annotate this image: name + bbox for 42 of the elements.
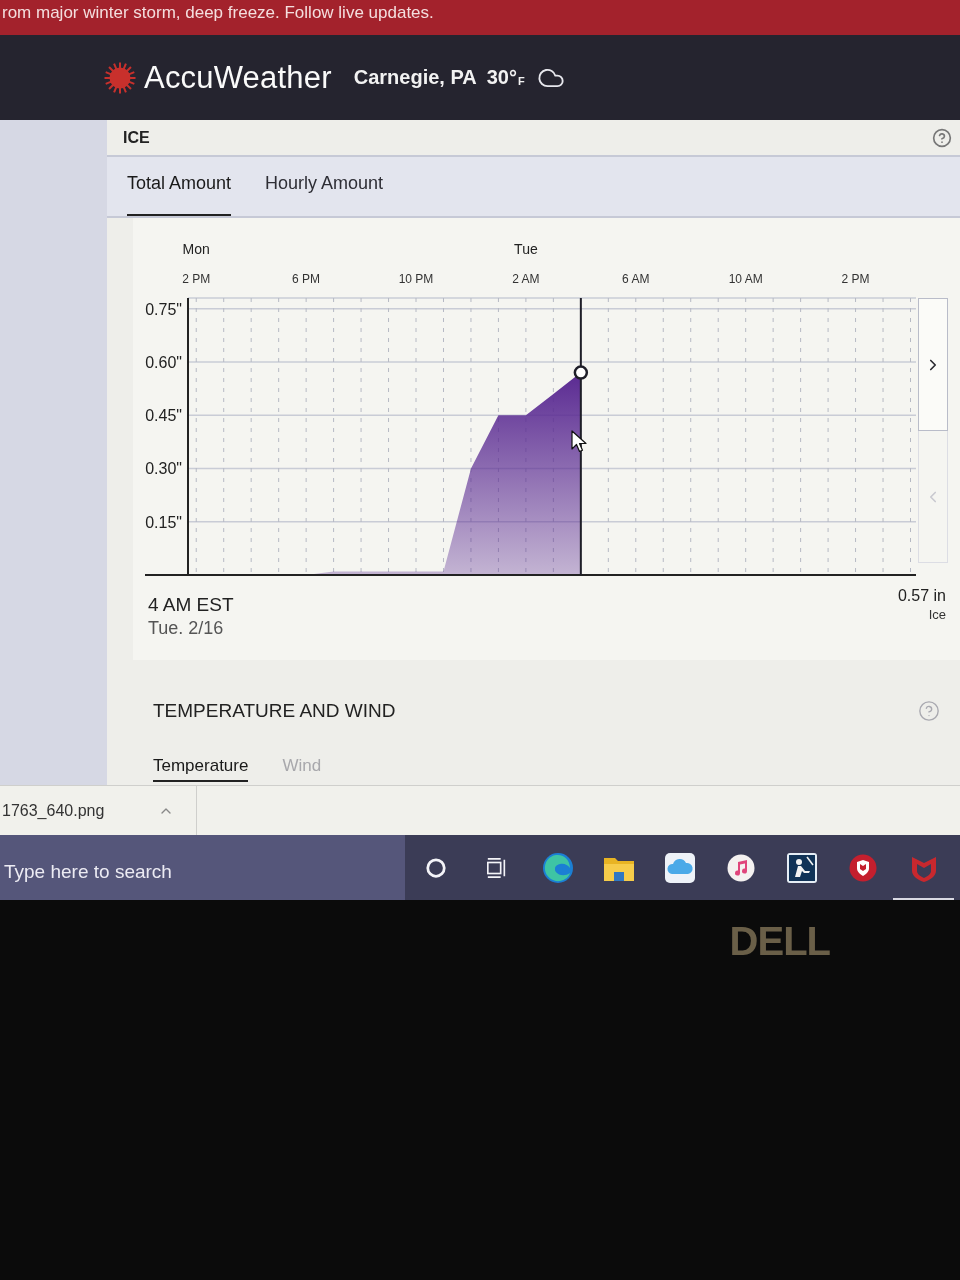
tab[interactable]: Hourly Amount xyxy=(265,173,384,216)
shield-icon xyxy=(848,853,877,882)
file-name[interactable]: 1763_640.png xyxy=(2,801,105,820)
x-tick-label: 2 AM xyxy=(512,272,540,286)
cloud-tile-icon xyxy=(664,852,695,883)
section-title: ICE xyxy=(123,128,150,147)
cursor-marker xyxy=(573,365,589,380)
ring-icon xyxy=(424,856,447,879)
location-text[interactable]: Carnegie, PA xyxy=(353,66,477,89)
y-tick-label: 0.45" xyxy=(145,407,182,425)
y-tick-label: 0.75" xyxy=(145,300,182,318)
music-note-icon xyxy=(726,853,755,882)
readout-time: 4 AM EST xyxy=(148,594,234,616)
readout-amount: 0.57 in xyxy=(897,586,946,606)
brand-name[interactable]: AccuWeather xyxy=(144,59,332,96)
sun-icon[interactable] xyxy=(104,61,136,94)
brand-logo: DELL xyxy=(729,918,830,964)
help-icon[interactable] xyxy=(932,127,952,148)
tab[interactable]: Temperature xyxy=(153,756,249,782)
section-title: TEMPERATURE AND WIND xyxy=(153,700,396,722)
task-view-icon xyxy=(485,856,508,879)
y-tick-label: 0.30" xyxy=(145,460,182,478)
x-tick-label: 2 PM xyxy=(841,272,870,286)
search-field[interactable]: Type here to search xyxy=(0,835,405,900)
swirl-icon xyxy=(541,851,574,884)
day-label: Tue xyxy=(514,241,538,257)
tab[interactable]: Total Amount xyxy=(127,173,232,216)
temperature-text: 30° xyxy=(486,66,517,89)
mouse-pointer-icon xyxy=(571,430,587,454)
readout-type: Ice xyxy=(928,606,946,624)
alert-text[interactable]: rom major winter storm, deep freeze. Follow live updates. xyxy=(2,3,434,23)
x-tick-label: 10 AM xyxy=(728,272,763,286)
temperature-unit: F xyxy=(517,74,525,87)
x-tick-label: 2 PM xyxy=(182,272,211,286)
y-tick-label: 0.15" xyxy=(145,513,182,531)
reader-tile-icon xyxy=(786,852,817,883)
x-tick-label: 6 PM xyxy=(292,272,321,286)
readout-date: Tue. 2/16 xyxy=(148,617,224,640)
day-label: Mon xyxy=(182,241,210,257)
y-tick-label: 0.60" xyxy=(145,353,182,371)
x-tick-label: 6 AM xyxy=(622,272,650,286)
x-tick-label: 10 PM xyxy=(398,272,434,286)
